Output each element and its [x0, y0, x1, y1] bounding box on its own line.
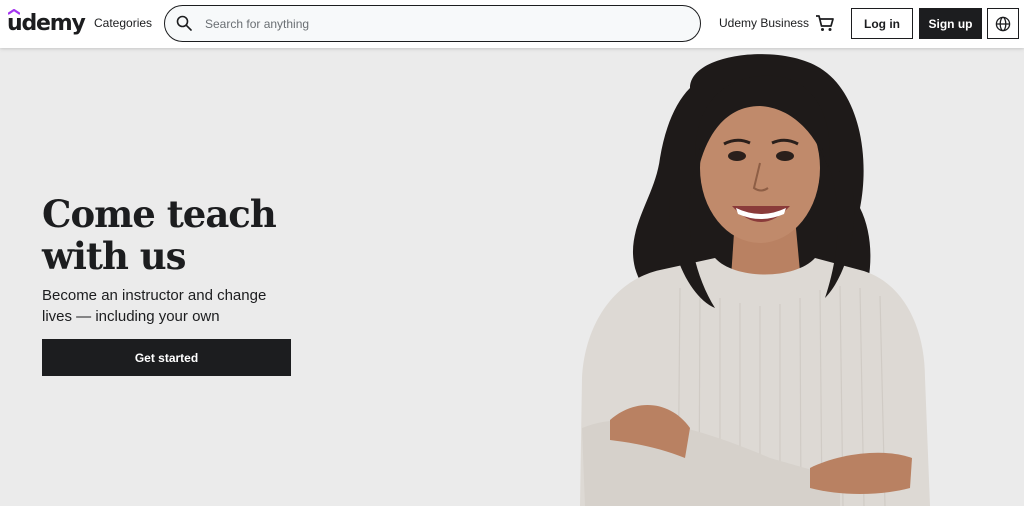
- login-button[interactable]: Log in: [851, 8, 913, 39]
- signup-button[interactable]: Sign up: [919, 8, 982, 39]
- get-started-button[interactable]: Get started: [42, 339, 291, 376]
- udemy-business-link[interactable]: Udemy Business: [719, 16, 809, 30]
- logo-text: udemy: [7, 11, 86, 36]
- hero-title-line-1: Come teach: [42, 192, 277, 236]
- top-header: udemy Categories Udemy Business Log in S…: [0, 0, 1024, 48]
- hero-title: Come teach with us: [42, 193, 342, 277]
- language-button[interactable]: [987, 8, 1019, 39]
- globe-icon: [995, 16, 1011, 31]
- hero-subtitle: Become an instructor and change lives — …: [42, 287, 267, 325]
- hero-section: Come teach with us Become an instructor …: [0, 48, 1024, 506]
- search-input[interactable]: [205, 6, 685, 41]
- hero-title-line-2: with us: [42, 234, 187, 278]
- udemy-logo[interactable]: udemy: [7, 9, 86, 37]
- search-bar: [164, 5, 701, 42]
- search-icon[interactable]: [176, 15, 192, 31]
- categories-menu[interactable]: Categories: [94, 16, 152, 30]
- cart-icon[interactable]: [815, 13, 835, 33]
- instructor-photo: [580, 54, 930, 506]
